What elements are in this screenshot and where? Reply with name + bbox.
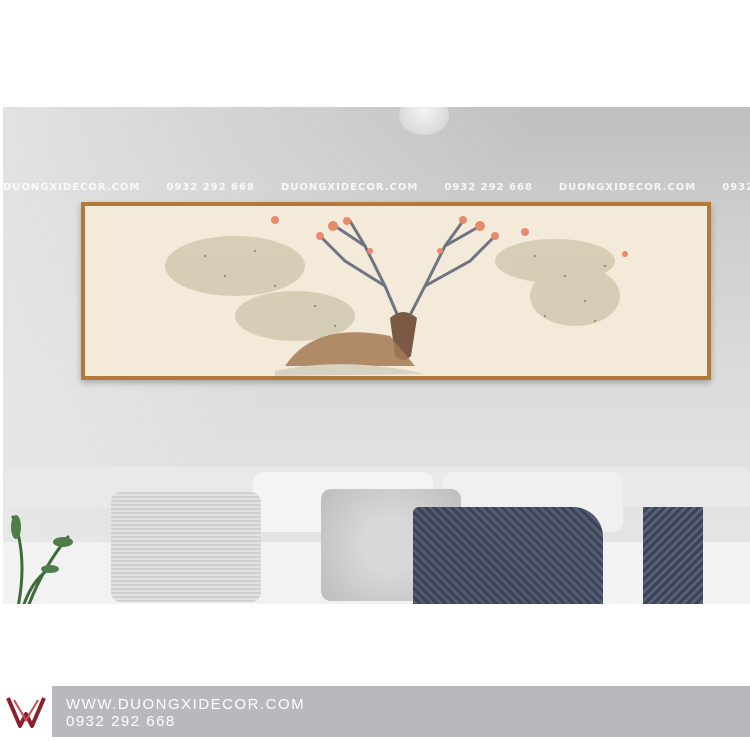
- watermark-text: 0932 292 668: [444, 182, 533, 193]
- room-photo: DUONGXIDECOR.COM 0932 292 668 DUONGXIDEC…: [3, 107, 750, 604]
- watermark-text: 0932 292 668: [166, 182, 255, 193]
- logo-icon: [6, 697, 46, 728]
- watermark-text: DUONGXIDECOR.COM: [558, 182, 697, 193]
- footer-phone: 0932 292 668: [66, 713, 176, 730]
- watermark-text: DUONGXIDECOR.COM: [280, 182, 419, 193]
- plant: [11, 515, 73, 604]
- brand-logo: [0, 686, 52, 737]
- footer-website: WWW.DUONGXIDECOR.COM: [66, 696, 306, 713]
- sofa: [3, 467, 750, 604]
- throw-blanket: [413, 507, 603, 604]
- watermark-text: 0932 292 668: [722, 182, 750, 193]
- deer-artwork: [165, 216, 628, 376]
- knit-pillow: [111, 492, 261, 602]
- throw-blanket: [643, 507, 703, 604]
- deer-painting: [81, 202, 711, 380]
- watermark-text: DUONGXIDECOR.COM: [3, 182, 141, 193]
- watermark-strip: DUONGXIDECOR.COM 0932 292 668 DUONGXIDEC…: [3, 182, 750, 193]
- footer-bar: WWW.DUONGXIDECOR.COM 0932 292 668: [0, 686, 750, 737]
